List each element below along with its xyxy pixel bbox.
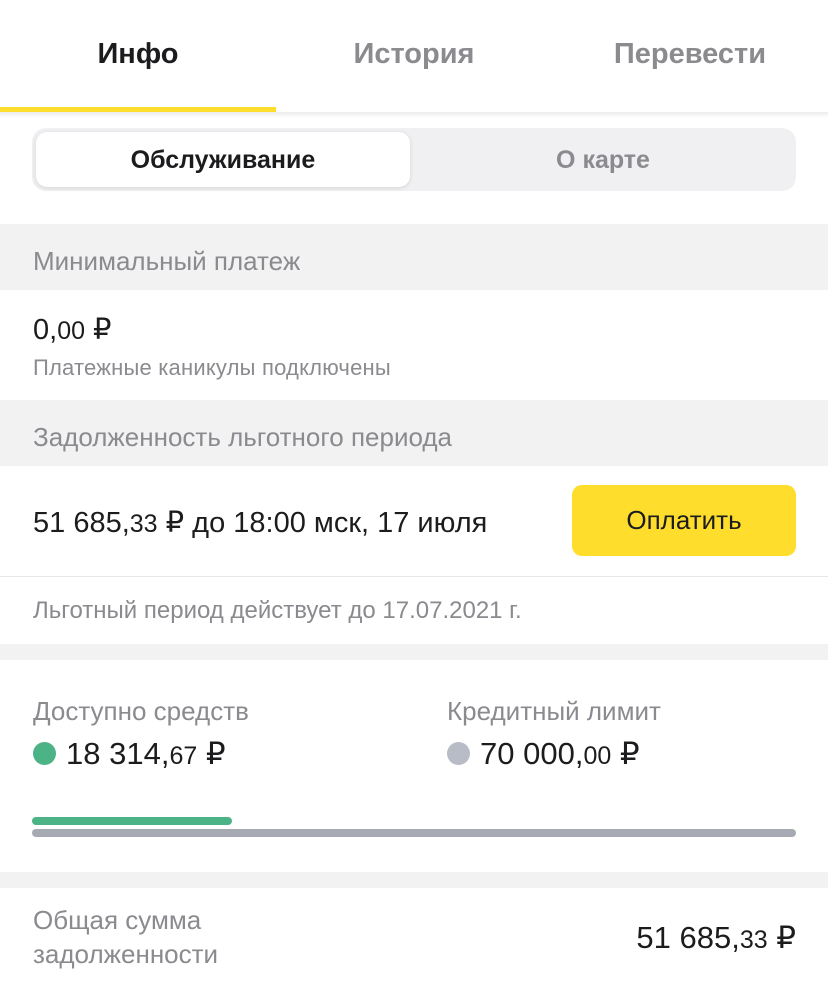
grace-amount: 51 685,33 ₽ до 18:00 мск, 17 июля [33, 507, 488, 539]
payment-holidays-note: Платежные каникулы подключены [33, 355, 391, 380]
tab-transfer[interactable]: Перевести [552, 38, 828, 71]
tab-info[interactable]: Инфо [0, 38, 276, 71]
credit-limit-bar [32, 829, 796, 837]
grace-period-note: Льготный период действует до 17.07.2021 … [33, 597, 522, 624]
min-payment-header: Минимальный платеж [0, 224, 828, 290]
grace-header: Задолженность льготного периода [0, 400, 828, 466]
available-dot-icon [33, 742, 56, 765]
credit-limit-amount: 70 000,00 ₽ [480, 736, 640, 771]
top-tabs: Инфо История Перевести [0, 0, 828, 112]
pay-button[interactable]: Оплатить [572, 485, 796, 556]
limit-dot-icon [447, 742, 470, 765]
grace-title: Задолженность льготного периода [33, 422, 452, 452]
segmented-control: Обслуживание О карте [32, 128, 796, 191]
total-debt-label: Общая сумма задолженности [33, 905, 219, 969]
section-gap [0, 872, 828, 888]
available-funds-bar [32, 817, 232, 825]
min-payment-title: Минимальный платеж [33, 246, 301, 276]
segment-service[interactable]: Обслуживание [36, 146, 410, 175]
divider [0, 576, 828, 577]
available-funds-label: Доступно средств [33, 696, 249, 726]
section-gap [0, 644, 828, 660]
total-debt-amount: 51 685,33 ₽ [636, 920, 796, 955]
tab-history[interactable]: История [276, 38, 552, 71]
segment-about-card[interactable]: О карте [414, 146, 792, 175]
credit-limit-label: Кредитный лимит [447, 696, 661, 726]
available-funds-amount: 18 314,67 ₽ [66, 736, 226, 771]
min-payment-amount: 0,00 ₽ [33, 314, 112, 346]
tabs-shadow [0, 112, 828, 118]
